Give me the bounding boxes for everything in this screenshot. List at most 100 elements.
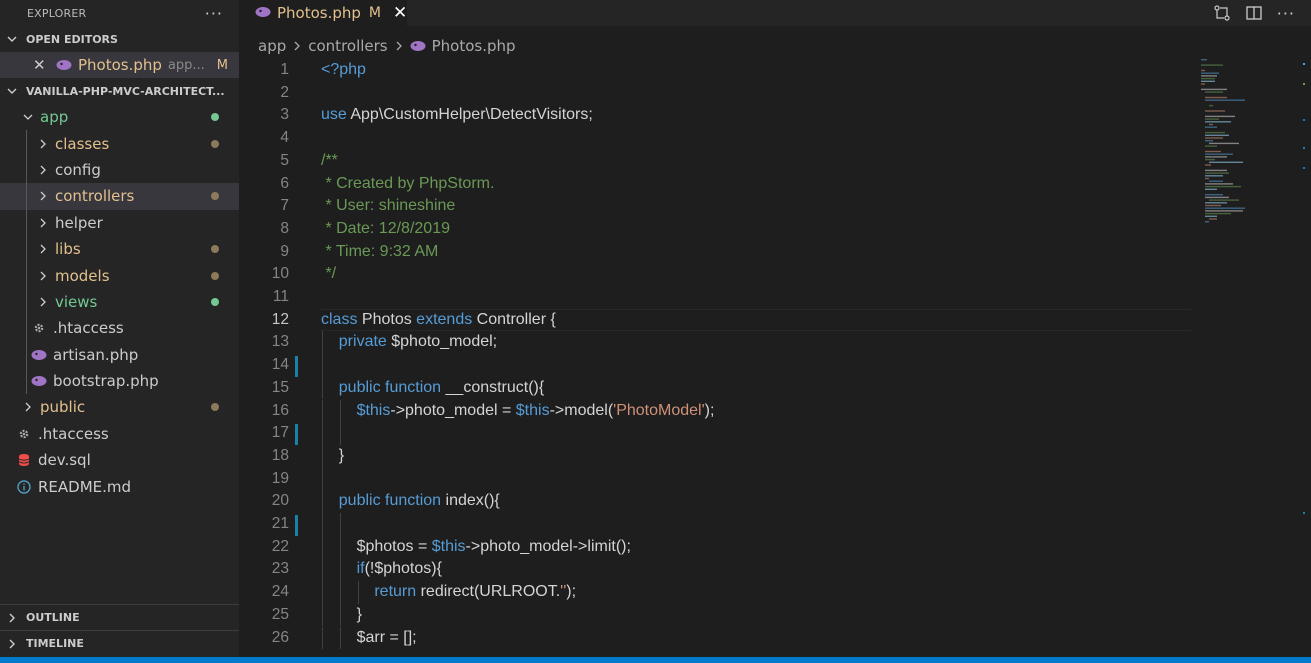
- code-line[interactable]: 24 return redirect(URLROOT.'');: [239, 581, 1197, 604]
- gear-icon: [16, 427, 32, 441]
- code-token: return: [374, 583, 421, 601]
- minimap[interactable]: [1197, 57, 1297, 657]
- code-text: * Time: 9:32 AM: [321, 241, 438, 264]
- code-line[interactable]: 19: [239, 467, 1197, 491]
- code-text: $arr = [];: [321, 627, 417, 650]
- git-change-marker[interactable]: [295, 424, 298, 445]
- vertical-scrollbar[interactable]: [1297, 57, 1311, 657]
- minimap-line: [1205, 150, 1221, 153]
- code-line[interactable]: 7 * User: shineshine: [239, 195, 1197, 218]
- tree-item-models[interactable]: models: [0, 262, 239, 289]
- close-icon[interactable]: ✕: [33, 56, 46, 74]
- php-file-icon: [31, 375, 47, 387]
- code-line[interactable]: 8 * Date: 12/8/2019: [239, 218, 1197, 241]
- code-token: (!$photos){: [364, 560, 442, 578]
- tree-item-htaccess[interactable]: .htaccess: [0, 421, 239, 447]
- breadcrumb-controllers[interactable]: controllers: [308, 37, 387, 55]
- project-header[interactable]: VANILLA-PHP-MVC-ARCHITECT...: [0, 78, 239, 104]
- code-line[interactable]: 22 $photos = $this->photo_model->limit()…: [239, 535, 1197, 559]
- code-line[interactable]: 12 class Photos extends Controller {: [239, 308, 1197, 332]
- info-icon: [16, 479, 32, 494]
- code-line[interactable]: 14: [239, 354, 1197, 377]
- breadcrumb-app[interactable]: app: [258, 37, 286, 55]
- code-token: }: [321, 446, 345, 464]
- line-number: 2: [280, 83, 289, 101]
- code-text: public function index(){: [321, 490, 500, 513]
- chevron-right-icon: [20, 401, 36, 413]
- git-change-marker[interactable]: [295, 356, 298, 377]
- chevron-right-icon: [35, 138, 51, 150]
- code-line[interactable]: 10 */: [239, 263, 1197, 286]
- code-token: $this: [431, 537, 466, 555]
- code-line[interactable]: 3 use App\CustomHelper\DetectVisitors;: [239, 104, 1197, 127]
- tree-item-helper[interactable]: helper: [0, 209, 239, 236]
- tree-item-app[interactable]: app: [0, 104, 239, 130]
- tree-item-classes[interactable]: classes: [0, 130, 239, 157]
- code-token: );: [704, 401, 715, 419]
- tree-item-readme-md[interactable]: README.md: [0, 473, 239, 499]
- tab-photos-php[interactable]: Photos.php M ✕: [239, 0, 407, 26]
- code-text: class Photos extends Controller {: [321, 309, 556, 332]
- code-line[interactable]: 5 /**: [239, 150, 1197, 173]
- code-text: $this->photo_model = $this->model('Photo…: [321, 400, 715, 423]
- tree-item-label: config: [55, 160, 101, 179]
- code-editor[interactable]: 1 <?php 2 3 use App\CustomHelper\DetectVisit…: [239, 59, 1197, 657]
- split-editor-icon[interactable]: [1245, 4, 1263, 22]
- code-line[interactable]: 16 $this->photo_model = $this->model('Ph…: [239, 399, 1197, 423]
- code-line[interactable]: 11: [239, 286, 1197, 309]
- code-line[interactable]: 26 $arr = [];: [239, 626, 1197, 650]
- code-line[interactable]: 20 public function index(){: [239, 490, 1197, 513]
- git-status-dot: [211, 192, 219, 201]
- code-token: <?php: [321, 61, 366, 78]
- close-icon[interactable]: ✕: [393, 3, 407, 23]
- code-token: * Created by PhpStorm.: [321, 174, 495, 192]
- timeline-header[interactable]: TIMELINE: [0, 630, 239, 656]
- line-number: 3: [280, 106, 289, 124]
- more-actions-icon[interactable]: ···: [1277, 4, 1295, 23]
- indent-guide: [26, 367, 27, 395]
- tree-item-libs[interactable]: libs: [0, 235, 239, 263]
- code-line[interactable]: 17: [239, 422, 1197, 445]
- tree-item-artisan-php[interactable]: artisan.php: [0, 341, 239, 368]
- tree-item-bootstrap-php[interactable]: bootstrap.php: [0, 367, 239, 395]
- open-editor-item[interactable]: ✕ Photos.php app... M: [0, 52, 239, 78]
- tree-item-views[interactable]: views: [0, 288, 239, 316]
- code-line[interactable]: 1 <?php: [239, 59, 1197, 82]
- indent-guide: [26, 156, 27, 184]
- breadcrumb-file[interactable]: Photos.php: [432, 37, 516, 55]
- tree-item-public[interactable]: public: [0, 394, 239, 420]
- tree-item-config[interactable]: config: [0, 156, 239, 184]
- code-token: redirect(URLROOT.: [420, 583, 561, 601]
- code-text: * Date: 12/8/2019: [321, 218, 450, 241]
- open-editors-header[interactable]: OPEN EDITORS: [0, 26, 239, 52]
- database-icon: [16, 453, 32, 467]
- code-line[interactable]: 9 * Time: 9:32 AM: [239, 241, 1197, 264]
- code-token: );: [566, 583, 577, 601]
- outline-header[interactable]: OUTLINE: [0, 604, 239, 630]
- compare-changes-icon[interactable]: [1213, 4, 1231, 22]
- git-change-marker[interactable]: [295, 515, 298, 536]
- code-token: $arr = [];: [321, 628, 417, 646]
- code-line[interactable]: 6 * Created by PhpStorm.: [239, 173, 1197, 196]
- code-line[interactable]: 21: [239, 513, 1197, 536]
- chevron-right-icon: [35, 217, 51, 229]
- chevron-down-icon: [6, 33, 26, 45]
- indent-guide: [322, 467, 323, 491]
- tree-item-dev-sql[interactable]: dev.sql: [0, 447, 239, 473]
- tree-item-htaccess[interactable]: .htaccess: [0, 315, 239, 342]
- more-actions-icon[interactable]: ···: [205, 4, 223, 23]
- line-number: 4: [280, 129, 289, 147]
- code-token: public function: [338, 378, 446, 396]
- code-line[interactable]: 4: [239, 127, 1197, 150]
- code-line[interactable]: 18 }: [239, 444, 1197, 468]
- code-line[interactable]: 13 private $photo_model;: [239, 331, 1197, 355]
- code-line[interactable]: 23 if(!$photos){: [239, 558, 1197, 582]
- chevron-right-icon: [292, 40, 302, 52]
- tree-item-controllers[interactable]: controllers: [0, 183, 239, 210]
- php-file-icon: [255, 4, 271, 22]
- code-line[interactable]: 2: [239, 82, 1197, 105]
- code-line[interactable]: 15 public function __construct(){: [239, 376, 1197, 400]
- code-line[interactable]: 25 }: [239, 603, 1197, 627]
